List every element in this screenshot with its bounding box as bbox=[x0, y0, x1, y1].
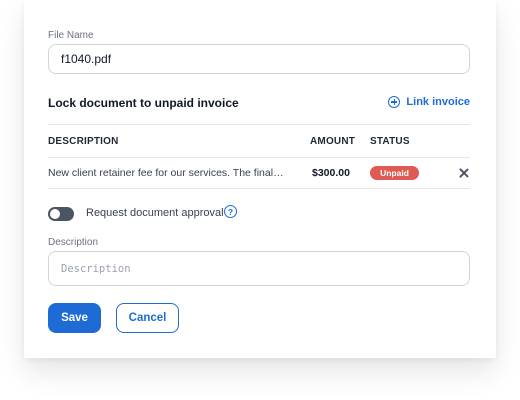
status-badge: Unpaid bbox=[370, 166, 419, 180]
column-header-amount: AMOUNT bbox=[310, 136, 356, 147]
description-label: Description bbox=[48, 237, 99, 248]
description-placeholder: Description bbox=[61, 262, 131, 275]
description-input[interactable]: Description bbox=[48, 251, 470, 286]
invoice-amount-cell: $300.00 bbox=[312, 167, 350, 179]
lock-section-title: Lock document to unpaid invoice bbox=[48, 96, 239, 110]
column-header-status: STATUS bbox=[370, 136, 410, 147]
file-name-label: File Name bbox=[48, 30, 94, 41]
invoice-description-cell: New client retainer fee for our services… bbox=[48, 167, 284, 179]
question-circle-icon[interactable]: ? bbox=[224, 205, 237, 218]
save-button[interactable]: Save bbox=[48, 303, 101, 333]
link-invoice-button[interactable]: Link invoice bbox=[388, 96, 470, 108]
link-invoice-label: Link invoice bbox=[406, 96, 470, 108]
remove-invoice-icon[interactable] bbox=[457, 166, 471, 180]
table-bottom-divider bbox=[48, 188, 470, 189]
cancel-button[interactable]: Cancel bbox=[116, 303, 179, 333]
approval-toggle-label: Request document approval bbox=[86, 207, 224, 219]
file-name-input[interactable]: f1040.pdf bbox=[48, 44, 470, 74]
approval-toggle[interactable] bbox=[48, 207, 74, 221]
table-top-divider bbox=[48, 124, 470, 125]
table-header-divider bbox=[48, 157, 470, 158]
toggle-knob bbox=[50, 209, 60, 219]
plus-circle-icon bbox=[388, 96, 401, 108]
document-settings-card: File Name f1040.pdf Lock document to unp… bbox=[24, 0, 496, 358]
file-name-value: f1040.pdf bbox=[61, 52, 112, 66]
column-header-description: DESCRIPTION bbox=[48, 136, 119, 147]
